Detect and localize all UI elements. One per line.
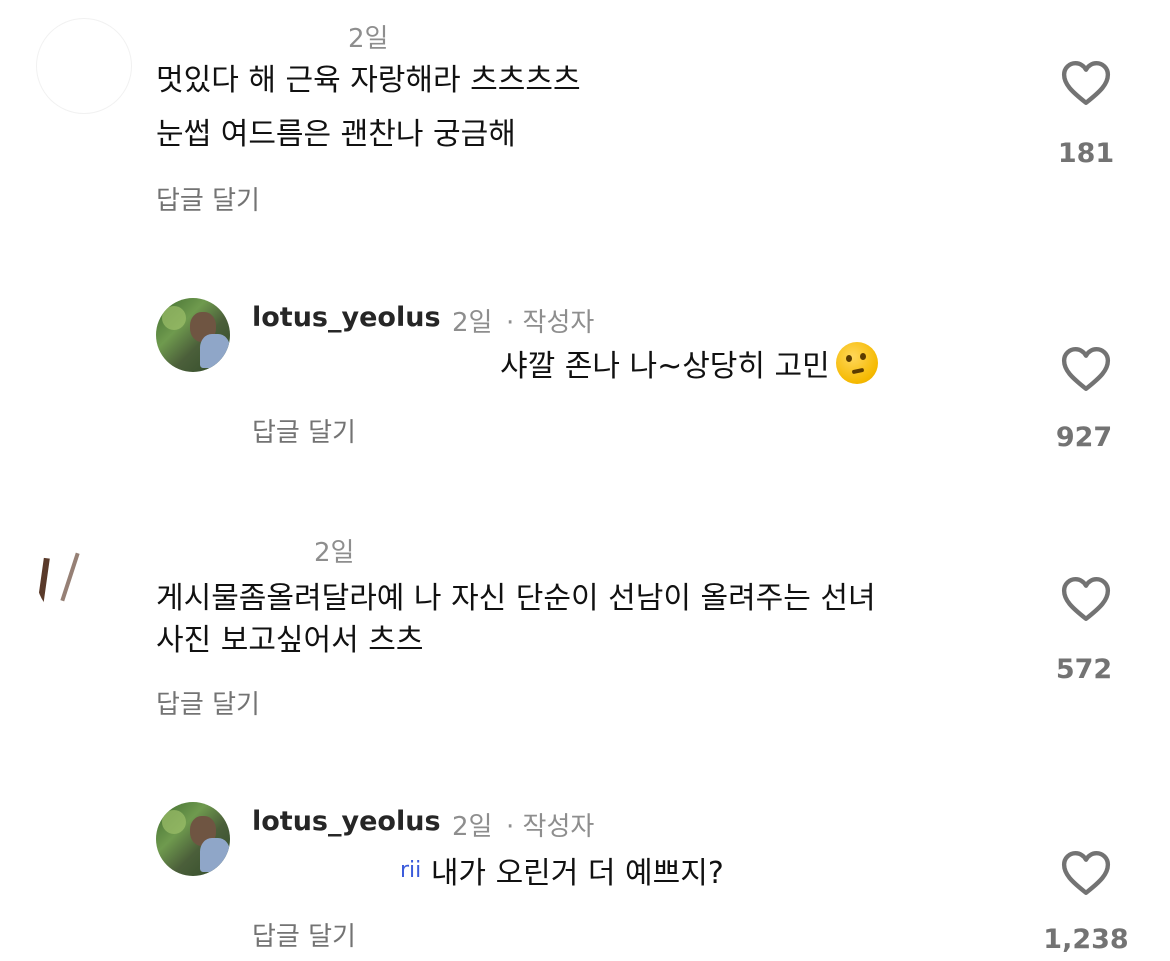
- thinking-face-emoji: [835, 342, 878, 384]
- comment-text: 내가 오린거 더 예쁘지?: [430, 856, 724, 891]
- comment-username[interactable]: lotus_yeolus: [252, 302, 441, 333]
- comment-text-line-1: 샤깔 존나 나~상당히 고민: [500, 340, 878, 394]
- like-count: 1,238: [1043, 924, 1129, 955]
- reply-button[interactable]: 답글 달기: [252, 916, 356, 953]
- comment-text-line-2: 눈썹 여드름은 괜찬나 궁금해: [156, 117, 516, 152]
- like-count: 572: [1055, 654, 1113, 685]
- avatar[interactable]: [36, 18, 132, 114]
- avatar[interactable]: [36, 528, 132, 624]
- like-count: 181: [1057, 138, 1115, 169]
- comment-text: 샤깔 존나 나~상당히 고민: [500, 349, 830, 384]
- comment-time: 2일: [452, 308, 493, 338]
- author-badge: · 작성자: [506, 812, 595, 842]
- comment-text-line-1: 멋있다 해 근육 자랑해라 츠츠츠츠: [156, 63, 581, 98]
- comment-time: 2일: [452, 812, 493, 842]
- author-badge: · 작성자: [506, 308, 595, 338]
- comment-username[interactable]: lotus_yeolus: [252, 806, 441, 837]
- avatar[interactable]: [156, 802, 230, 876]
- comment-text-line-2: 사진 보고싶어서 츠츠: [156, 623, 424, 658]
- comment-text-line-1: rii 내가 오린거 더 예쁘지?: [400, 844, 724, 901]
- avatar[interactable]: [156, 298, 230, 372]
- like-count: 927: [1055, 422, 1113, 453]
- comment-time: 2일: [348, 24, 389, 54]
- comment-time: 2일: [314, 538, 355, 568]
- heart-outline-icon[interactable]: [1061, 576, 1111, 622]
- heart-outline-icon[interactable]: [1061, 346, 1111, 392]
- reply-button[interactable]: 답글 달기: [252, 412, 356, 449]
- mention-link[interactable]: rii: [400, 858, 421, 883]
- reply-button[interactable]: 답글 달기: [156, 180, 260, 217]
- heart-outline-icon[interactable]: [1061, 850, 1111, 896]
- reply-button[interactable]: 답글 달기: [156, 684, 260, 721]
- heart-outline-icon[interactable]: [1061, 60, 1111, 106]
